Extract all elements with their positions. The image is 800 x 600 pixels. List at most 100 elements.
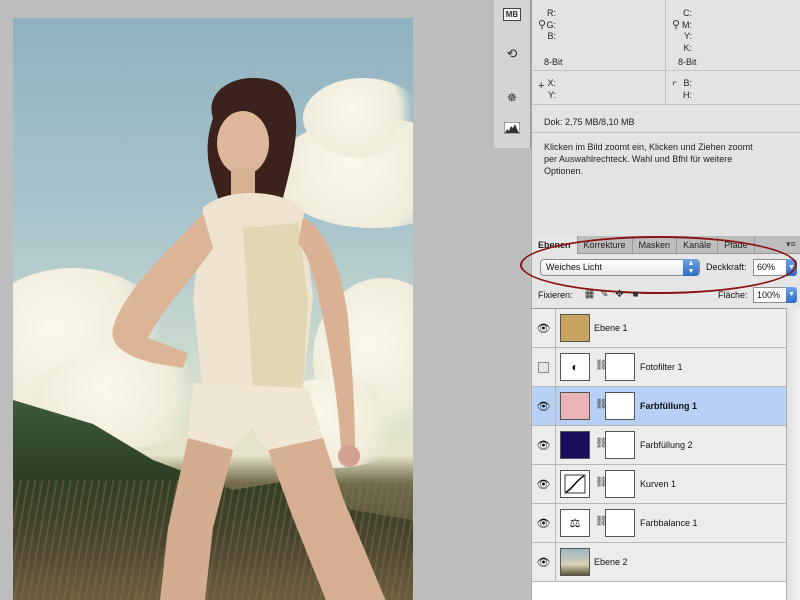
tab-masken[interactable]: Masken <box>633 236 678 254</box>
visibility-toggle[interactable]: 👁 <box>532 387 556 425</box>
rgb-readout: R: G: B: <box>536 8 666 43</box>
blend-mode-select[interactable]: Weiches Licht ▲ ▼ <box>540 259 700 276</box>
info-divider <box>532 70 800 71</box>
histogram-icon[interactable] <box>501 118 523 138</box>
eye-icon: 👁 <box>536 400 551 413</box>
info-divider <box>532 104 800 105</box>
bit-depth-right: 8-Bit <box>678 57 697 67</box>
xy-readout: X: Y: <box>536 78 666 101</box>
visibility-toggle[interactable]: 👁 <box>532 465 556 503</box>
info-divider <box>532 132 800 133</box>
cmyk-readout: C: M: Y: K: <box>672 8 800 54</box>
fill-value: 100% <box>757 290 781 300</box>
tab-ebenen[interactable]: Ebenen <box>532 236 578 254</box>
lock-transparency-icon[interactable]: ▦ <box>584 289 595 300</box>
fill-label: Fläche: <box>718 290 748 300</box>
eye-icon: 👁 <box>536 478 551 491</box>
color-balance-icon: ⚖ <box>560 509 590 537</box>
layer-list: 👁 Ebene 1 ◐ ⛓ Fotofilter 1 👁 ⛓ Farbfüllu… <box>532 308 786 600</box>
model-figure <box>112 77 386 600</box>
lock-all-icon[interactable]: ■ <box>630 289 641 300</box>
document-size: Dok: 2,75 MB/8,10 MB <box>544 117 635 127</box>
panel-menu-icon[interactable]: ▾≡ <box>786 240 796 249</box>
opacity-dropdown-icon[interactable]: ▼ <box>786 259 797 276</box>
layer-name: Farbfüllung 2 <box>640 440 693 450</box>
info-panel: ⚲ R: G: B: 8-Bit ⚲ C: M: Y: K: 8-Bit + X… <box>531 0 800 236</box>
mask-thumbnail <box>605 353 635 381</box>
size-readout: B: H: <box>672 78 800 101</box>
m-label: M: <box>682 19 692 30</box>
visibility-toggle[interactable] <box>532 348 556 386</box>
lock-label: Fixieren: <box>538 290 573 300</box>
bit-depth-left: 8-Bit <box>544 57 563 67</box>
panel-icon-strip: MB ⟲ ✵ <box>494 0 531 148</box>
layer-row[interactable]: ◐ ⛓ Fotofilter 1 <box>532 348 786 387</box>
layer-row[interactable]: 👁 ⚖ ⛓ Farbbalance 1 <box>532 504 786 543</box>
fill-input[interactable]: 100% <box>753 287 787 303</box>
b-label: B: <box>547 31 556 41</box>
lock-pixels-icon[interactable]: ✎ <box>599 289 610 300</box>
layer-thumbnail <box>560 314 590 342</box>
tab-kanaele[interactable]: Kanäle <box>677 236 719 254</box>
layer-name: Ebene 2 <box>594 557 628 567</box>
visibility-toggle[interactable]: 👁 <box>532 504 556 542</box>
width-label: B: <box>683 78 692 88</box>
hint-text-line1: Klicken im Bild zoomt ein, Klicken und Z… <box>544 142 753 152</box>
g-label: G: <box>546 19 556 30</box>
eye-icon: 👁 <box>536 517 551 530</box>
layer-name: Fotofilter 1 <box>640 362 683 372</box>
layers-panel: Ebenen Korrekture Masken Kanäle Pfade ▾≡… <box>520 236 800 600</box>
layer-name: Kurven 1 <box>640 479 677 489</box>
y-label: Y: <box>547 89 556 100</box>
layer-row[interactable]: 👁 ⛓ Kurven 1 <box>532 465 786 504</box>
select-arrows-icon: ▲ ▼ <box>683 259 699 276</box>
layer-row-selected[interactable]: 👁 ⛓ Farbfüllung 1 <box>532 387 786 426</box>
visibility-toggle[interactable]: 👁 <box>532 426 556 464</box>
k-label: K: <box>683 42 692 53</box>
history-icon[interactable]: ⟲ <box>501 44 523 64</box>
photo-filter-icon: ◐ <box>560 353 590 381</box>
x-label: X: <box>547 78 556 88</box>
lock-position-icon[interactable]: ✥ <box>614 289 625 300</box>
fill-color-thumbnail <box>560 392 590 420</box>
c-label: C: <box>683 8 692 18</box>
layer-name: Ebene 1 <box>594 323 628 333</box>
layer-row[interactable]: 👁 Ebene 1 <box>532 309 786 348</box>
hint-text-line3: Optionen. <box>544 166 584 176</box>
layer-row[interactable]: 👁 ⛓ Farbfüllung 2 <box>532 426 786 465</box>
curves-icon <box>560 470 590 498</box>
fill-color-thumbnail <box>560 431 590 459</box>
tab-pfade[interactable]: Pfade <box>718 236 755 254</box>
hint-text-line2: per Auswahlrechteck. Wahl und Bfhl für w… <box>544 154 733 164</box>
visibility-toggle[interactable]: 👁 <box>532 543 556 581</box>
eye-icon: 👁 <box>536 556 551 569</box>
eye-icon: 👁 <box>536 439 551 452</box>
navigator-icon[interactable]: ✵ <box>501 88 523 108</box>
mask-thumbnail <box>605 392 635 420</box>
layer-name: Farbfüllung 1 <box>640 401 697 411</box>
opacity-input[interactable]: 60% <box>753 259 787 276</box>
eye-icon: 👁 <box>536 322 551 335</box>
mb-label: MB <box>502 7 522 21</box>
opacity-label: Deckkraft: <box>706 262 747 272</box>
r-label: R: <box>547 8 556 18</box>
mask-thumbnail <box>605 470 635 498</box>
panel-tabs: Ebenen Korrekture Masken Kanäle Pfade <box>532 236 800 254</box>
layer-name: Farbbalance 1 <box>640 518 698 528</box>
y-label: Y: <box>683 31 692 41</box>
mask-thumbnail <box>605 431 635 459</box>
layer-row[interactable]: 👁 Ebene 2 <box>532 543 786 582</box>
document-canvas[interactable] <box>0 0 530 600</box>
visibility-toggle[interactable]: 👁 <box>532 309 556 347</box>
blend-mode-value: Weiches Licht <box>546 262 602 272</box>
fill-dropdown-icon[interactable]: ▼ <box>786 287 797 303</box>
tab-korrekturen[interactable]: Korrekture <box>578 236 633 254</box>
mb-icon[interactable]: MB <box>501 4 523 24</box>
height-label: H: <box>683 89 692 100</box>
layers-scrollbar[interactable] <box>786 308 800 600</box>
photo-image[interactable] <box>13 18 413 600</box>
mask-thumbnail <box>605 509 635 537</box>
hidden-eye-box <box>538 361 549 373</box>
opacity-value: 60% <box>757 262 776 272</box>
layer-thumbnail <box>560 548 590 576</box>
